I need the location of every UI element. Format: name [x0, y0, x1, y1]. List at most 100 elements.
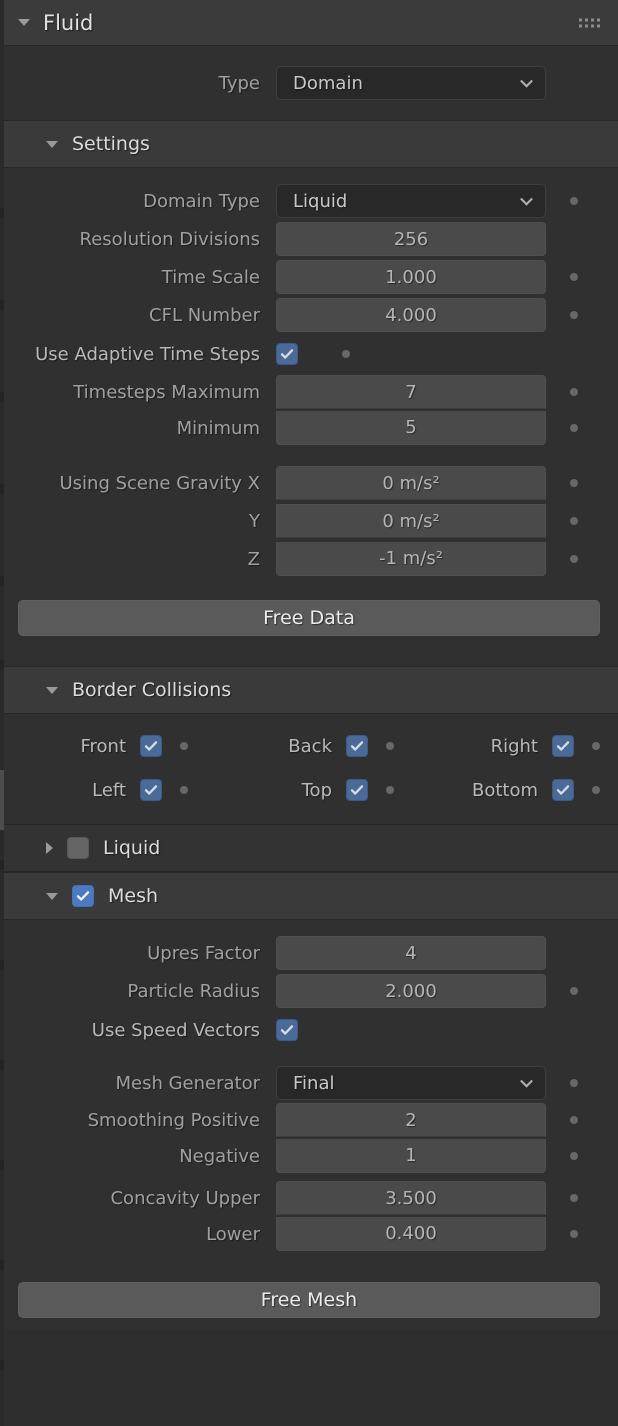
gravity-y-field[interactable]: 0 m/s²	[276, 504, 546, 538]
animate-dot[interactable]	[570, 1194, 578, 1202]
animate-dot[interactable]	[180, 742, 188, 750]
border-front-label: Front	[80, 735, 126, 757]
smoothing-negative-row: Negative 1	[0, 1138, 618, 1174]
expand-triangle-icon[interactable]	[46, 686, 58, 694]
timesteps-maximum-field[interactable]: 7	[276, 375, 546, 409]
expand-triangle-icon[interactable]	[18, 19, 30, 26]
animate-dot[interactable]	[386, 742, 394, 750]
animate-dot[interactable]	[570, 311, 578, 319]
domain-type-label: Domain Type	[143, 190, 260, 212]
use-adaptive-time-steps-label: Use Adaptive Time Steps	[35, 343, 260, 365]
border-bottom-cell: Bottom	[412, 779, 618, 801]
settings-subpanel-header[interactable]: Settings	[0, 120, 618, 168]
concavity-upper-row: Concavity Upper 3.500	[0, 1180, 618, 1216]
gravity-x-row: Using Scene Gravity X 0 m/s²	[0, 464, 618, 502]
animate-dot[interactable]	[570, 479, 578, 487]
animate-dot[interactable]	[570, 273, 578, 281]
animate-dot[interactable]	[180, 786, 188, 794]
border-bottom-label: Bottom	[471, 779, 538, 801]
use-adaptive-time-steps-row: Use Adaptive Time Steps	[0, 334, 618, 374]
fluid-properties-panel: Fluid Type Domain Settings Domain Type L…	[0, 0, 618, 1426]
animate-dot[interactable]	[592, 786, 600, 794]
border-front-checkbox[interactable]	[140, 735, 162, 757]
mesh-enable-checkbox[interactable]	[72, 885, 94, 907]
border-left-cell: Left	[0, 779, 206, 801]
animate-dot[interactable]	[570, 987, 578, 995]
panel-edge-strip	[0, 0, 4, 1426]
mesh-generator-dropdown[interactable]: Final	[276, 1066, 546, 1100]
type-dropdown[interactable]: Domain	[276, 66, 546, 100]
animate-dot[interactable]	[570, 197, 578, 205]
upres-factor-label: Upres Factor	[147, 942, 260, 964]
cfl-number-label: CFL Number	[149, 304, 260, 326]
use-speed-vectors-label: Use Speed Vectors	[91, 1019, 260, 1041]
chevron-down-icon	[520, 74, 533, 88]
timesteps-minimum-row: Minimum 5	[0, 410, 618, 446]
animate-dot[interactable]	[570, 1079, 578, 1087]
gravity-y-row: Y 0 m/s²	[0, 502, 618, 540]
free-mesh-button[interactable]: Free Mesh	[18, 1282, 600, 1318]
particle-radius-field[interactable]: 2.000	[276, 974, 546, 1008]
liquid-enable-checkbox[interactable]	[67, 837, 89, 859]
concavity-upper-field[interactable]: 3.500	[276, 1181, 546, 1215]
border-back-label: Back	[288, 735, 332, 757]
free-data-button[interactable]: Free Data	[18, 600, 600, 636]
animate-dot[interactable]	[592, 742, 600, 750]
animate-dot[interactable]	[386, 786, 394, 794]
border-right-label: Right	[490, 735, 538, 757]
border-left-checkbox[interactable]	[140, 779, 162, 801]
drag-grip-icon[interactable]	[579, 18, 600, 27]
gravity-z-field[interactable]: -1 m/s²	[276, 542, 546, 576]
time-scale-row: Time Scale 1.000	[0, 258, 618, 296]
resolution-divisions-value: 256	[393, 228, 429, 250]
particle-radius-row: Particle Radius 2.000	[0, 972, 618, 1010]
timesteps-minimum-label: Minimum	[176, 417, 260, 439]
animate-dot[interactable]	[570, 555, 578, 563]
border-top-label: Top	[301, 779, 332, 801]
collapse-triangle-icon[interactable]	[46, 842, 53, 854]
gravity-x-value: 0 m/s²	[382, 472, 440, 494]
time-scale-field[interactable]: 1.000	[276, 260, 546, 294]
fluid-panel-header[interactable]: Fluid	[0, 0, 618, 46]
border-top-checkbox[interactable]	[346, 779, 368, 801]
expand-triangle-icon[interactable]	[46, 140, 58, 148]
smoothing-negative-label: Negative	[179, 1145, 260, 1167]
animate-dot[interactable]	[570, 424, 578, 432]
concavity-lower-label: Lower	[206, 1223, 260, 1245]
gravity-x-field[interactable]: 0 m/s²	[276, 466, 546, 500]
smoothing-positive-field[interactable]: 2	[276, 1103, 546, 1137]
border-collisions-subpanel-header[interactable]: Border Collisions	[0, 666, 618, 714]
animate-dot[interactable]	[570, 1152, 578, 1160]
border-collisions-row-1: Front Back Right	[0, 724, 618, 768]
resolution-divisions-field[interactable]: 256	[276, 222, 546, 256]
mesh-subpanel-header[interactable]: Mesh	[0, 872, 618, 920]
smoothing-negative-field[interactable]: 1	[276, 1139, 546, 1173]
border-back-checkbox[interactable]	[346, 735, 368, 757]
animate-dot[interactable]	[570, 517, 578, 525]
cfl-number-field[interactable]: 4.000	[276, 298, 546, 332]
timesteps-minimum-field[interactable]: 5	[276, 411, 546, 445]
animate-dot[interactable]	[570, 388, 578, 396]
time-scale-value: 1.000	[385, 266, 437, 288]
border-collisions-row-2: Left Top Bottom	[0, 768, 618, 812]
smoothing-negative-value: 1	[405, 1145, 417, 1166]
concavity-upper-label: Concavity Upper	[110, 1187, 260, 1209]
border-bottom-checkbox[interactable]	[552, 779, 574, 801]
use-speed-vectors-checkbox[interactable]	[276, 1019, 298, 1041]
border-right-checkbox[interactable]	[552, 735, 574, 757]
settings-header-label: Settings	[72, 133, 150, 155]
liquid-subpanel-header[interactable]: Liquid	[0, 824, 618, 872]
use-adaptive-time-steps-checkbox[interactable]	[276, 343, 298, 365]
domain-type-dropdown[interactable]: Liquid	[276, 184, 546, 218]
animate-dot[interactable]	[570, 1230, 578, 1238]
animate-dot[interactable]	[570, 1116, 578, 1124]
expand-triangle-icon[interactable]	[46, 892, 58, 900]
smoothing-positive-label: Smoothing Positive	[87, 1109, 260, 1131]
border-top-cell: Top	[206, 779, 412, 801]
type-dropdown-value: Domain	[293, 72, 363, 94]
animate-dot[interactable]	[342, 350, 350, 358]
concavity-lower-field[interactable]: 0.400	[276, 1217, 546, 1251]
upres-factor-field[interactable]: 4	[276, 936, 546, 970]
resolution-divisions-row: Resolution Divisions 256	[0, 220, 618, 258]
cfl-number-row: CFL Number 4.000	[0, 296, 618, 334]
